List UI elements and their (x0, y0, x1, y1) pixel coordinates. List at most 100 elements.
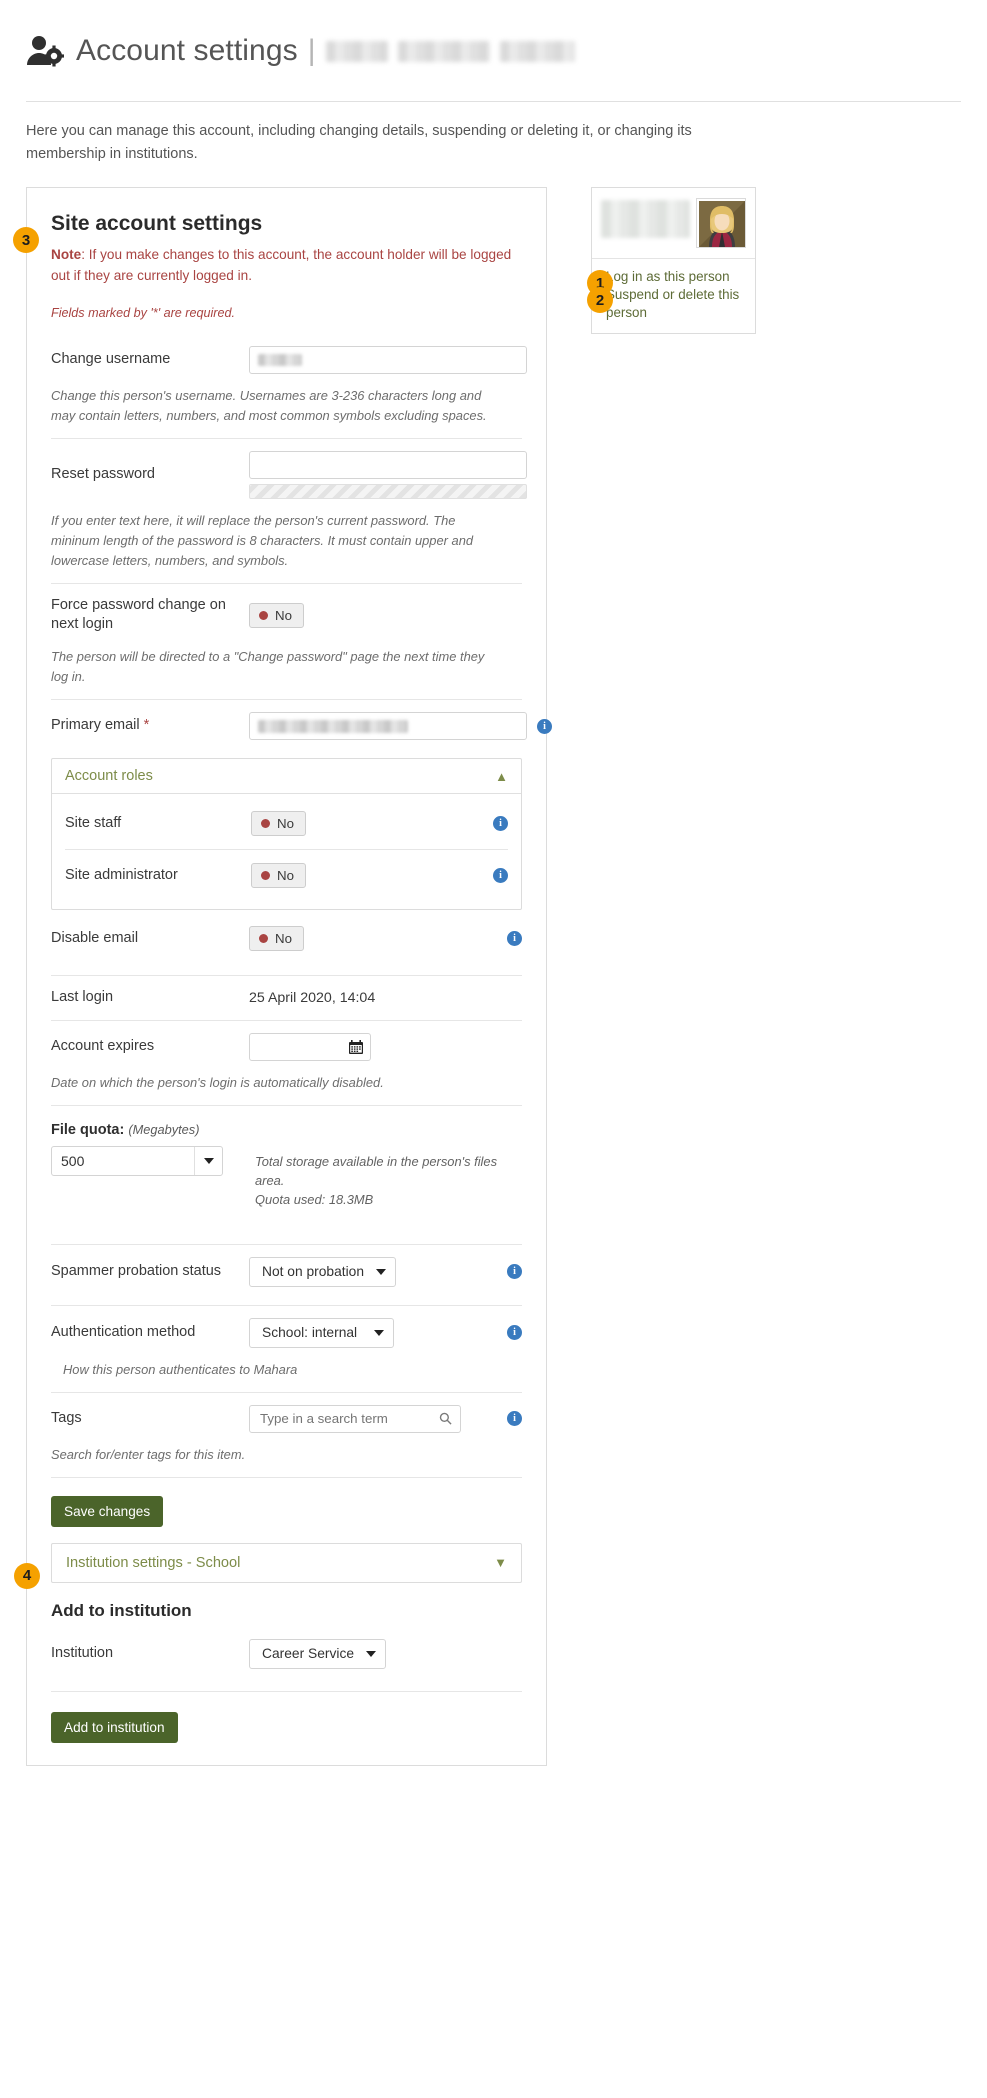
disable-email-info-icon[interactable]: i (507, 931, 522, 947)
file-quota-select[interactable]: 500 (51, 1145, 223, 1176)
tags-search-input[interactable] (258, 1410, 439, 1428)
title-separator: | (307, 34, 316, 68)
file-quota-unit: (Megabytes) (128, 1121, 200, 1137)
redacted-person-name (601, 200, 690, 239)
help-force-password-change: The person will be directed to a "Change… (51, 649, 485, 685)
file-quota-value: 500 (61, 1152, 85, 1169)
row-disable-email: Disable email No i (51, 914, 522, 963)
main-column: 3 Site account settings Note: If you mak… (13, 187, 552, 1766)
toggle-off-dot-icon (259, 610, 268, 620)
redacted-name-part-1 (325, 40, 388, 62)
avatar (696, 198, 746, 249)
row-spammer-probation: Spammer probation status Not on probatio… (51, 1245, 522, 1299)
primary-email-info-icon[interactable]: i (537, 718, 552, 734)
account-roles-title: Account roles (65, 768, 153, 785)
row-tags: Tags i (51, 1393, 522, 1445)
label-reset-password: Reset password (51, 466, 155, 483)
add-to-institution-button[interactable]: Add to institution (51, 1711, 178, 1743)
account-roles-body: Site staff No i Site administrator No i (52, 794, 521, 909)
page-intro: Here you can manage this account, includ… (26, 123, 692, 162)
redacted-email-value (258, 719, 408, 733)
page-header: Account settings | (0, 0, 987, 88)
chevron-down-icon (366, 1650, 377, 1657)
account-roles-header[interactable]: Account roles ▲ (52, 759, 521, 795)
row-change-username: Change username (51, 334, 527, 386)
authentication-method-info-icon[interactable]: i (507, 1325, 522, 1341)
help-authentication-method: How this person authenticates to Mahara (63, 1361, 298, 1377)
row-authentication-method: Authentication method School: internal i (51, 1306, 522, 1360)
label-file-quota: File quota: (Megabytes) (51, 1122, 249, 1138)
row-account-expires: Account expires (51, 1021, 522, 1073)
note-label: Note (51, 247, 82, 263)
file-quota-help-line2: Quota used: 18.3MB (255, 1192, 374, 1208)
row-last-login: Last login 25 April 2020, 14:04 (51, 976, 522, 1020)
row-file-quota: File quota: (Megabytes) 500 Total storag… (51, 1106, 522, 1222)
institution-settings-header[interactable]: Institution settings - School ▼ (51, 1542, 522, 1583)
password-strength-meter (249, 483, 527, 499)
row-institution: Institution Career Service (51, 1627, 522, 1681)
label-disable-email: Disable email (51, 929, 139, 946)
account-roles-section: Account roles ▲ Site staff No i Site adm… (51, 758, 522, 911)
row-primary-email: Primary email * i (51, 700, 552, 752)
save-changes-button[interactable]: Save changes (51, 1495, 164, 1527)
redacted-name-part-2 (397, 40, 490, 62)
spammer-probation-select[interactable]: Not on probation (249, 1256, 397, 1287)
spammer-probation-info-icon[interactable]: i (507, 1264, 522, 1280)
required-asterisk: * (143, 717, 150, 734)
suspend-delete-person-link[interactable]: Suspend or delete this person (606, 286, 746, 322)
file-quota-label-text: File quota: (51, 1121, 125, 1138)
site-staff-info-icon[interactable]: i (493, 816, 508, 832)
tags-input-wrapper[interactable] (249, 1404, 461, 1433)
person-card-header (592, 188, 755, 260)
note-text: : If you make changes to this account, t… (51, 247, 512, 283)
calendar-icon (349, 1039, 363, 1054)
row-site-administrator: Site administrator No i (65, 850, 508, 901)
site-administrator-value: No (277, 868, 294, 884)
help-account-expires: Date on which the person's login is auto… (51, 1074, 384, 1090)
label-tags: Tags (51, 1409, 82, 1426)
label-primary-email: Primary email * (51, 716, 249, 736)
search-icon[interactable] (439, 1412, 452, 1425)
spammer-probation-value: Not on probation (262, 1264, 365, 1280)
step-badge-4: 4 (14, 1562, 40, 1589)
last-login-value: 25 April 2020, 14:04 (249, 989, 376, 1006)
tags-info-icon[interactable]: i (507, 1411, 522, 1427)
chevron-down-icon: ▼ (494, 1555, 507, 1571)
authentication-method-select[interactable]: School: internal (249, 1317, 394, 1348)
file-quota-left: File quota: (Megabytes) 500 (51, 1122, 249, 1176)
label-account-expires: Account expires (51, 1037, 155, 1054)
site-account-settings-panel: Site account settings Note: If you make … (14, 187, 552, 1766)
help-change-username: Change this person's username. Usernames… (51, 387, 487, 423)
site-administrator-toggle[interactable]: No (251, 863, 306, 889)
page-layout: 3 Site account settings Note: If you mak… (0, 165, 987, 1796)
redacted-name-part-3 (499, 40, 575, 62)
chevron-down-icon (374, 1329, 384, 1336)
site-administrator-info-icon[interactable]: i (493, 868, 508, 884)
file-quota-help-line1: Total storage available in the person's … (255, 1153, 498, 1188)
account-expires-input[interactable] (249, 1032, 371, 1061)
authentication-method-value: School: internal (262, 1325, 358, 1341)
header-divider (26, 101, 961, 103)
label-site-staff: Site staff (65, 814, 122, 831)
redacted-username-value (258, 353, 302, 366)
add-to-institution-heading: Add to institution (51, 1600, 192, 1620)
disable-email-toggle[interactable]: No (249, 926, 304, 952)
force-password-change-value: No (275, 607, 292, 623)
force-password-change-toggle[interactable]: No (249, 602, 304, 628)
site-staff-value: No (277, 816, 294, 832)
institution-settings-label: Institution settings - School (66, 1554, 241, 1571)
chevron-up-icon: ▲ (495, 768, 508, 784)
institution-select[interactable]: Career Service (249, 1638, 387, 1669)
help-tags: Search for/enter tags for this item. (51, 1446, 246, 1462)
change-username-input[interactable] (249, 345, 527, 374)
login-as-person-link[interactable]: Log in as this person (606, 268, 746, 286)
user-gear-icon (26, 34, 65, 68)
help-reset-password: If you enter text here, it will replace … (51, 512, 474, 568)
person-card-links: 1 Log in as this person 2 Suspend or del… (587, 259, 755, 333)
reset-password-input[interactable] (249, 450, 527, 479)
site-staff-toggle[interactable]: No (251, 811, 306, 837)
file-quota-help: Total storage available in the person's … (249, 1122, 522, 1210)
label-change-username: Change username (51, 351, 171, 368)
step-badge-3: 3 (13, 227, 39, 254)
primary-email-input[interactable] (249, 712, 527, 741)
